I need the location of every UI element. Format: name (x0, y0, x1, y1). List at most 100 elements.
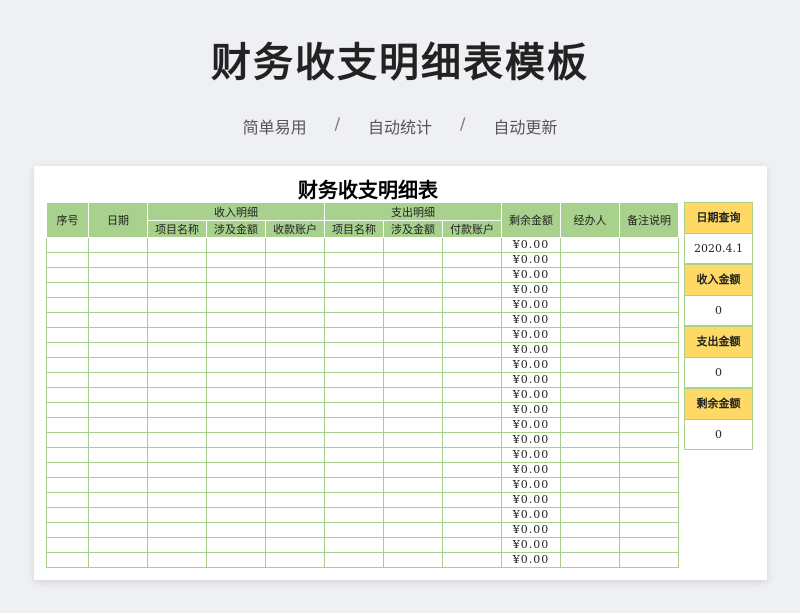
balance-cell[interactable]: ¥0.00 (501, 402, 561, 418)
table-cell[interactable] (88, 312, 148, 328)
table-cell[interactable] (147, 312, 207, 328)
balance-cell[interactable]: ¥0.00 (501, 237, 561, 253)
table-cell[interactable] (147, 267, 207, 283)
balance-cell[interactable]: ¥0.00 (501, 252, 561, 268)
table-cell[interactable] (46, 402, 89, 418)
table-cell[interactable] (619, 537, 679, 553)
table-cell[interactable] (265, 357, 325, 373)
table-cell[interactable] (265, 237, 325, 253)
table-cell[interactable] (324, 462, 384, 478)
table-cell[interactable] (442, 387, 502, 403)
table-cell[interactable] (46, 387, 89, 403)
table-cell[interactable] (619, 387, 679, 403)
table-cell[interactable] (206, 402, 266, 418)
table-cell[interactable] (147, 282, 207, 298)
balance-cell[interactable]: ¥0.00 (501, 387, 561, 403)
table-cell[interactable] (265, 522, 325, 538)
table-cell[interactable] (619, 432, 679, 448)
table-cell[interactable] (265, 492, 325, 508)
table-cell[interactable] (147, 237, 207, 253)
table-cell[interactable] (46, 492, 89, 508)
table-cell[interactable] (46, 252, 89, 268)
table-cell[interactable] (46, 417, 89, 433)
table-cell[interactable] (619, 552, 679, 568)
table-cell[interactable] (147, 387, 207, 403)
table-cell[interactable] (442, 327, 502, 343)
table-cell[interactable] (88, 327, 148, 343)
table-cell[interactable] (383, 477, 443, 493)
table-cell[interactable] (88, 297, 148, 313)
table-cell[interactable] (265, 327, 325, 343)
table-cell[interactable] (383, 522, 443, 538)
table-cell[interactable] (383, 342, 443, 358)
table-cell[interactable] (147, 342, 207, 358)
table-cell[interactable] (383, 297, 443, 313)
table-cell[interactable] (442, 282, 502, 298)
balance-cell[interactable]: ¥0.00 (501, 537, 561, 553)
table-cell[interactable] (265, 552, 325, 568)
table-cell[interactable] (265, 447, 325, 463)
table-cell[interactable] (383, 357, 443, 373)
table-cell[interactable] (206, 342, 266, 358)
table-cell[interactable] (442, 252, 502, 268)
table-cell[interactable] (46, 327, 89, 343)
table-cell[interactable] (265, 507, 325, 523)
table-cell[interactable] (619, 372, 679, 388)
table-cell[interactable] (619, 477, 679, 493)
table-cell[interactable] (324, 537, 384, 553)
table-cell[interactable] (383, 462, 443, 478)
table-cell[interactable] (206, 447, 266, 463)
table-cell[interactable] (88, 417, 148, 433)
table-cell[interactable] (560, 447, 620, 463)
table-cell[interactable] (265, 312, 325, 328)
table-cell[interactable] (206, 462, 266, 478)
balance-cell[interactable]: ¥0.00 (501, 522, 561, 538)
table-cell[interactable] (147, 417, 207, 433)
table-cell[interactable] (442, 537, 502, 553)
table-cell[interactable] (265, 372, 325, 388)
table-cell[interactable] (560, 357, 620, 373)
balance-cell[interactable]: ¥0.00 (501, 297, 561, 313)
table-cell[interactable] (147, 327, 207, 343)
table-cell[interactable] (88, 552, 148, 568)
table-cell[interactable] (88, 267, 148, 283)
table-cell[interactable] (206, 477, 266, 493)
table-cell[interactable] (442, 552, 502, 568)
table-cell[interactable] (442, 522, 502, 538)
table-cell[interactable] (324, 357, 384, 373)
table-cell[interactable] (324, 492, 384, 508)
table-cell[interactable] (560, 282, 620, 298)
balance-cell[interactable]: ¥0.00 (501, 552, 561, 568)
table-cell[interactable] (46, 267, 89, 283)
table-cell[interactable] (560, 417, 620, 433)
table-cell[interactable] (88, 342, 148, 358)
table-cell[interactable] (147, 507, 207, 523)
table-cell[interactable] (324, 432, 384, 448)
table-cell[interactable] (324, 552, 384, 568)
table-cell[interactable] (383, 387, 443, 403)
table-cell[interactable] (383, 312, 443, 328)
table-cell[interactable] (560, 507, 620, 523)
balance-cell[interactable]: ¥0.00 (501, 327, 561, 343)
table-cell[interactable] (206, 537, 266, 553)
table-cell[interactable] (324, 507, 384, 523)
table-cell[interactable] (46, 552, 89, 568)
balance-cell[interactable]: ¥0.00 (501, 357, 561, 373)
table-cell[interactable] (206, 552, 266, 568)
balance-cell[interactable]: ¥0.00 (501, 417, 561, 433)
table-cell[interactable] (265, 282, 325, 298)
balance-cell[interactable]: ¥0.00 (501, 432, 561, 448)
table-cell[interactable] (88, 432, 148, 448)
table-cell[interactable] (324, 402, 384, 418)
table-cell[interactable] (88, 477, 148, 493)
balance-cell[interactable]: ¥0.00 (501, 477, 561, 493)
table-cell[interactable] (383, 267, 443, 283)
table-cell[interactable] (442, 372, 502, 388)
table-cell[interactable] (324, 282, 384, 298)
table-cell[interactable] (560, 522, 620, 538)
balance-cell[interactable]: ¥0.00 (501, 267, 561, 283)
table-cell[interactable] (265, 477, 325, 493)
table-cell[interactable] (619, 252, 679, 268)
table-cell[interactable] (619, 342, 679, 358)
table-cell[interactable] (383, 507, 443, 523)
